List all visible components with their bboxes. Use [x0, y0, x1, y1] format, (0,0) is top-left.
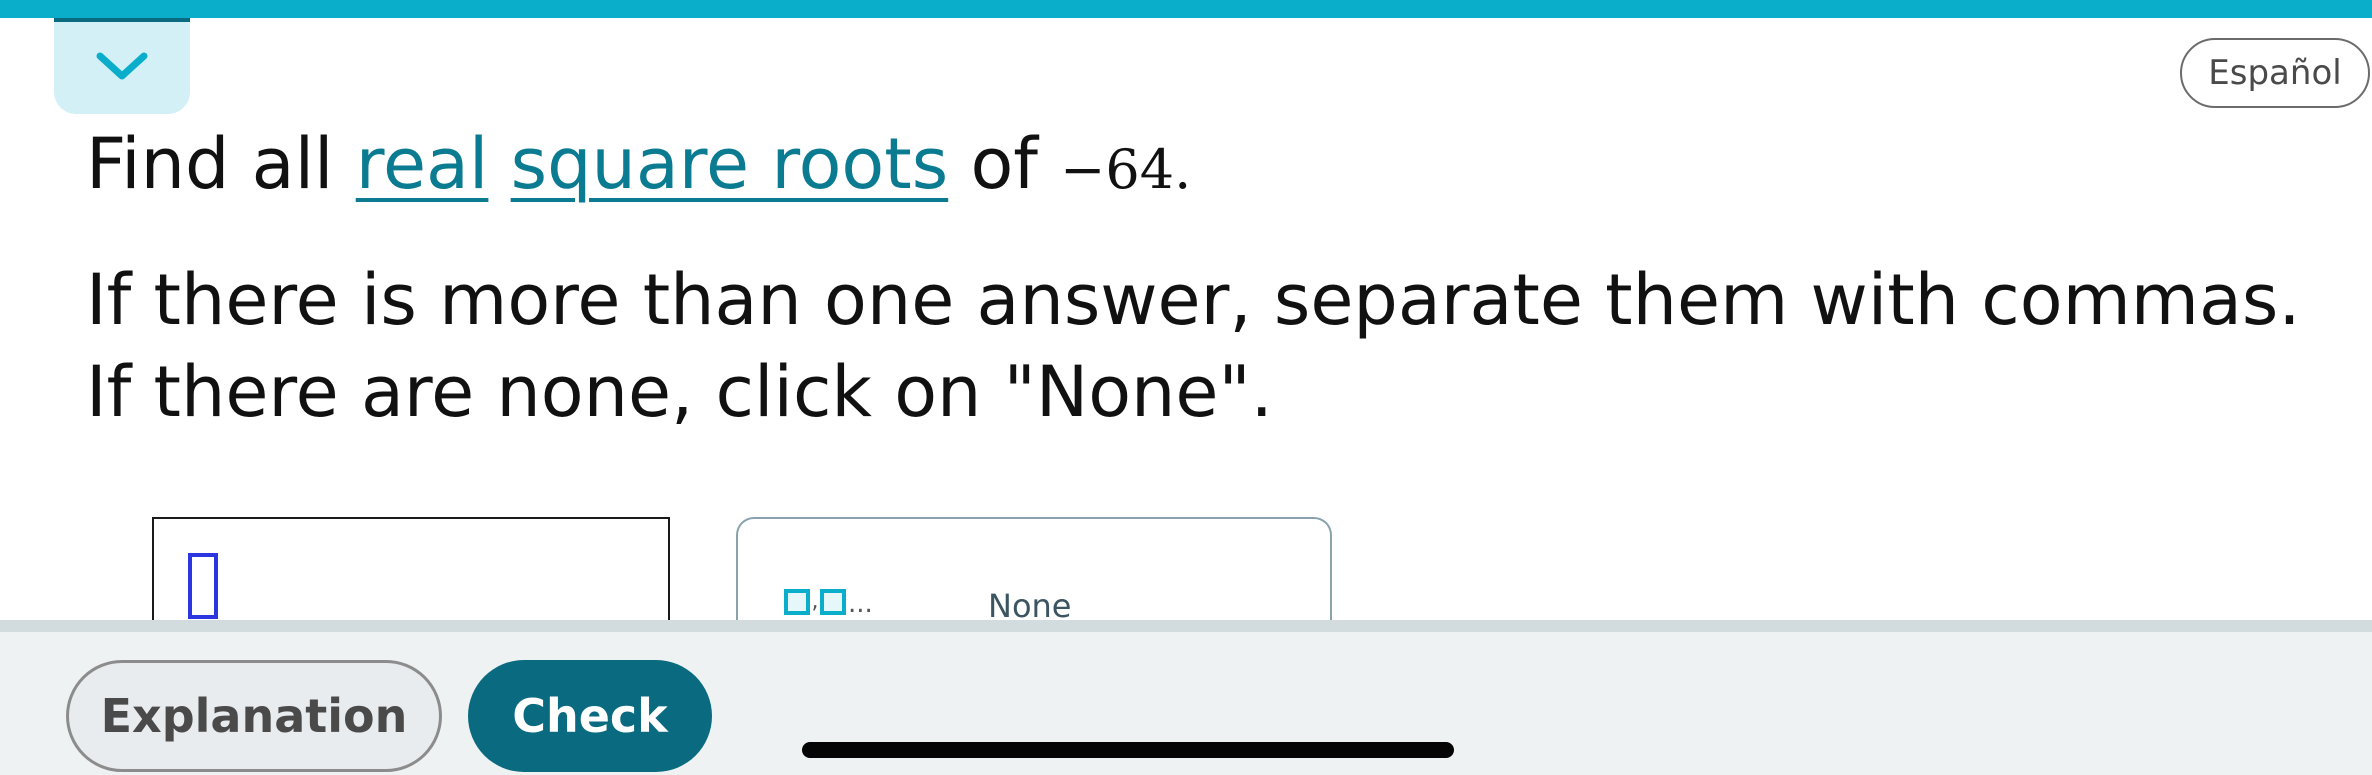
question-prefix: Find all: [86, 123, 356, 205]
language-toggle-button[interactable]: Español: [2180, 38, 2370, 108]
glossary-link-real[interactable]: real: [356, 123, 489, 205]
list-template-key[interactable]: , ...: [784, 589, 873, 619]
comma-glyph: ,: [811, 589, 819, 614]
question-number: −64.: [1060, 138, 1192, 201]
top-accent-bar: [0, 0, 2372, 18]
question-of: of: [948, 123, 1061, 205]
home-indicator[interactable]: [802, 742, 1454, 758]
language-label: Español: [2208, 53, 2342, 93]
answer-keypad: , ... None: [736, 517, 1332, 627]
instruction-line-1: If there is more than one answer, separa…: [86, 259, 2301, 341]
question-prompt: Find all real square roots of −64.: [86, 122, 1191, 212]
square-placeholder-icon: [820, 589, 846, 615]
input-cursor-placeholder: [188, 553, 218, 619]
answer-input[interactable]: [152, 517, 670, 627]
glossary-link-square-roots[interactable]: square roots: [511, 123, 949, 205]
explanation-button[interactable]: Explanation: [66, 660, 442, 772]
square-placeholder-icon: [784, 589, 810, 615]
check-button[interactable]: Check: [468, 660, 712, 772]
chevron-down-icon: [94, 48, 150, 88]
list-dots: ...: [848, 589, 873, 619]
collapse-toggle[interactable]: [54, 18, 190, 114]
instruction-line-2: If there are none, click on "None".: [86, 351, 1273, 433]
